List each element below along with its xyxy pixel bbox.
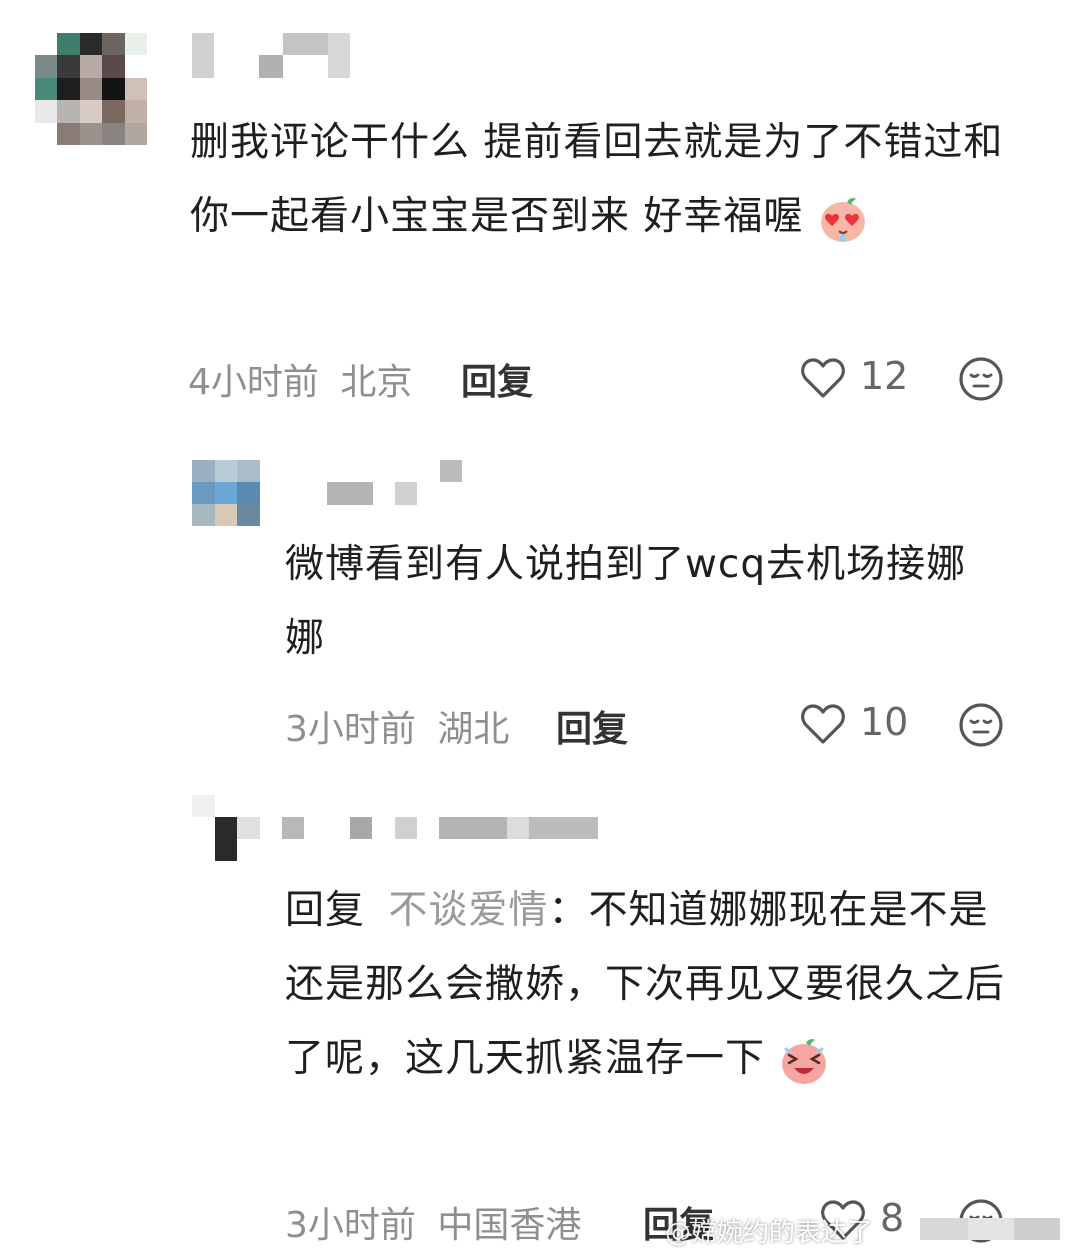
comment-meta: 3小时前 湖北 [285,700,509,752]
avatar[interactable] [35,33,147,145]
comment-meta: 4小时前 北京 [188,353,412,405]
username-blurred[interactable] [282,817,598,839]
username-blurred[interactable] [192,33,352,78]
avatar[interactable] [192,460,260,526]
watermark-blur [920,1218,1060,1240]
avatar[interactable] [192,795,260,861]
comment-meta: 3小时前 中国香港 [285,1196,581,1248]
expression-icon[interactable] [958,702,1004,748]
reply-button[interactable]: 回复 [461,353,533,405]
comment-text-content: 删我评论干什么 提前看回去就是为了不错过和你一起看小宝宝是否到来 好幸福喔 [190,120,1004,239]
comment-time: 3小时前 [285,709,416,750]
like-count: 12 [860,354,909,398]
heart-icon[interactable] [800,357,846,399]
reply-button[interactable]: 回复 [556,700,628,752]
username-blurred[interactable] [327,460,467,505]
comment-text: 回复 不谈爱情：不知道娜娜现在是不是还是那么会撒娇，下次再见又要很久之后了呢，这… [285,874,1010,1096]
comment-location: 中国香港 [437,1205,582,1246]
expression-icon[interactable] [958,356,1004,402]
reply-to-username[interactable]: 不谈爱情 [388,888,548,933]
laughing-emoji-icon [782,1038,827,1084]
comment-text: 删我评论干什么 提前看回去就是为了不错过和你一起看小宝宝是否到来 好幸福喔 [190,106,1020,254]
comment-time: 4小时前 [188,362,319,403]
comment-text: 微博看到有人说拍到了wcq去机场接娜娜 [285,542,967,661]
comment-location: 北京 [340,362,413,403]
like-count: 10 [860,700,909,744]
heart-eyes-emoji-icon [820,197,865,242]
comment-location: 湖北 [437,709,510,750]
watermark-text: @嫦婉约的表达了 [665,1218,874,1248]
like-count: 8 [880,1196,905,1240]
heart-icon[interactable] [800,703,846,745]
comment-time: 3小时前 [285,1205,416,1246]
reply-prefix: 回复 [285,888,366,933]
watermark: @嫦婉约的表达了 [665,1212,873,1249]
